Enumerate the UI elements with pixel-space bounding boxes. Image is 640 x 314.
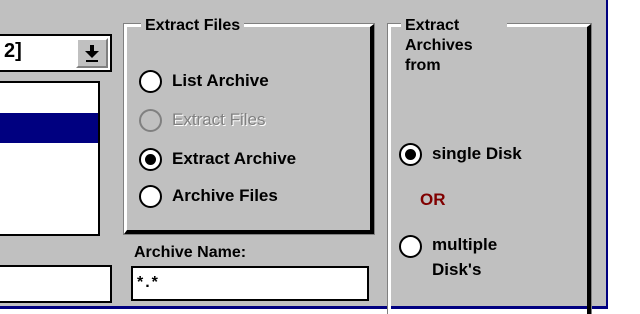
extract-files-group: Extract Files List Archive Extract Files… xyxy=(123,16,375,235)
combobox-dropdown-button[interactable] xyxy=(76,38,108,68)
radio-list-archive[interactable]: List Archive xyxy=(139,68,269,94)
radio-extract-files: Extract Files xyxy=(139,107,266,133)
arrow-down-to-line-icon xyxy=(85,45,99,62)
radio-circle-icon xyxy=(399,235,422,258)
radio-archive-files[interactable]: Archive Files xyxy=(139,183,278,209)
archive-name-label: Archive Name: xyxy=(134,244,247,261)
radio-selected-icon xyxy=(399,142,422,166)
radio-multiple-disks-label: multiple Disk's xyxy=(432,235,498,279)
drive-combobox[interactable]: 2] xyxy=(0,34,112,72)
radio-extract-archive[interactable]: Extract Archive xyxy=(139,146,296,172)
radio-extract-files-label: Extract Files xyxy=(172,110,266,129)
radio-circle-icon xyxy=(139,184,162,208)
extract-archives-from-title: Extract Archives from xyxy=(401,16,507,76)
extract-archives-from-group: Extract Archives from single Disk multip… xyxy=(387,16,592,314)
path-text-field[interactable] xyxy=(0,265,112,303)
radio-selected-icon xyxy=(139,147,162,171)
radio-list-archive-label: List Archive xyxy=(172,71,269,90)
archive-name-input[interactable]: *.* xyxy=(131,266,369,301)
radio-extract-archive-label: Extract Archive xyxy=(172,149,297,168)
radio-multiple-disks[interactable]: multiple Disk's xyxy=(399,232,512,282)
radio-archive-files-label: Archive Files xyxy=(172,186,278,205)
drive-combobox-value: 2] xyxy=(4,40,22,62)
radio-single-disk[interactable]: single Disk xyxy=(399,141,522,167)
radio-single-disk-label: single Disk xyxy=(432,144,522,163)
extract-files-group-title: Extract Files xyxy=(141,16,245,36)
dialog-window: 2] Extract Files List Archive Extract Fi… xyxy=(0,0,608,314)
archive-name-value: *.* xyxy=(137,274,160,291)
directory-listbox[interactable] xyxy=(0,81,100,236)
radio-circle-icon xyxy=(139,108,162,132)
list-item-selected[interactable] xyxy=(0,113,98,143)
radio-circle-icon xyxy=(139,69,162,93)
or-separator-text: OR xyxy=(420,190,446,209)
